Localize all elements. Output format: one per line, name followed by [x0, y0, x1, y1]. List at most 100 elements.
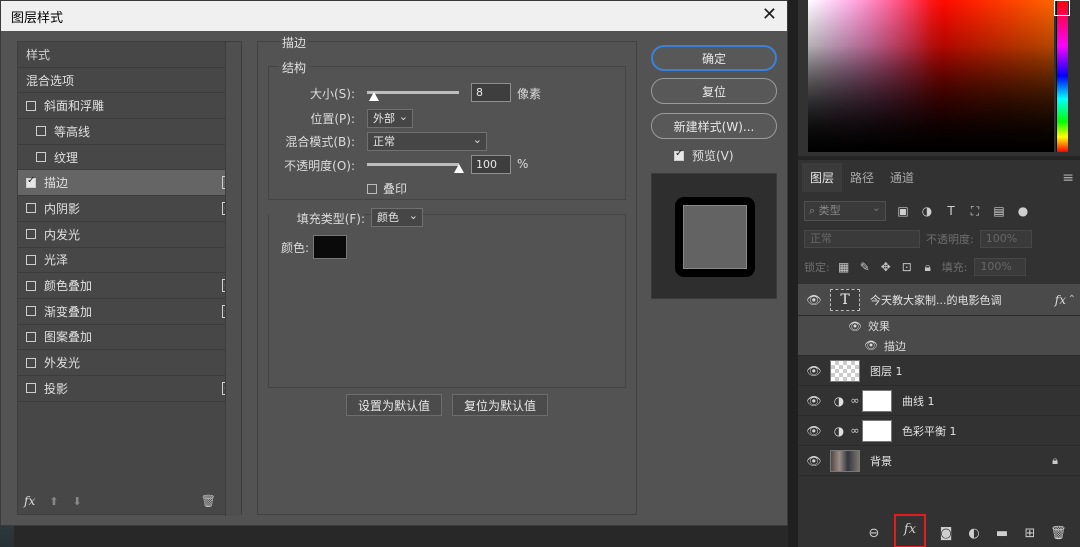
- style-item-inner-glow[interactable]: 内发光: [18, 222, 241, 248]
- checkbox[interactable]: [36, 126, 46, 137]
- smart-object-filter-icon[interactable]: ▤: [992, 204, 1006, 218]
- link-layers-icon[interactable]: ⊖: [866, 526, 882, 541]
- shape-filter-icon[interactable]: ⛶: [968, 204, 982, 218]
- opacity-slider-thumb[interactable]: [454, 164, 464, 173]
- new-layer-icon[interactable]: ⊞: [1022, 526, 1038, 541]
- checkbox[interactable]: [26, 254, 36, 265]
- style-item-inner-shadow[interactable]: 内阴影 +: [18, 196, 241, 222]
- size-slider-thumb[interactable]: [369, 92, 380, 101]
- checkbox[interactable]: [26, 100, 36, 111]
- overprint-checkbox-row[interactable]: 叠印: [367, 180, 407, 197]
- delete-trash-icon[interactable]: 🗑︎: [201, 494, 216, 508]
- lock-move-icon[interactable]: ✥: [879, 260, 893, 274]
- checkbox[interactable]: [26, 357, 36, 368]
- set-as-default-button[interactable]: 设置为默认值: [346, 394, 442, 416]
- layer-row-text[interactable]: 👁︎ T 今天教大家制...的电影色调 fx ⌃: [798, 284, 1080, 316]
- style-item-bevel[interactable]: 斜面和浮雕: [18, 93, 241, 120]
- style-item-color-overlay[interactable]: 颜色叠加 +: [18, 273, 241, 299]
- fx-badge[interactable]: fx: [1055, 293, 1066, 307]
- layer-row-layer1[interactable]: 👁︎ 图层 1: [798, 356, 1080, 386]
- lock-transparent-icon[interactable]: ▦: [837, 260, 851, 274]
- blend-options-item[interactable]: 混合选项: [18, 68, 241, 94]
- checkbox-checked[interactable]: [26, 175, 36, 188]
- new-adjustment-layer-icon[interactable]: ◐: [966, 526, 982, 541]
- checkbox[interactable]: [36, 152, 46, 163]
- effects-row[interactable]: 👁︎ 效果: [798, 316, 1080, 336]
- style-list-header[interactable]: 样式: [18, 42, 241, 68]
- visibility-eye-icon[interactable]: 👁︎: [798, 424, 830, 438]
- style-item-satin[interactable]: 光泽: [18, 248, 241, 274]
- reset-button[interactable]: 复位: [651, 78, 777, 104]
- layer-row-curves[interactable]: 👁︎ ◑ ∞ 曲线 1: [798, 386, 1080, 416]
- position-select[interactable]: 外部 ⌄: [367, 109, 413, 128]
- visibility-eye-icon[interactable]: 👁︎: [864, 339, 878, 352]
- style-item-contour[interactable]: 等高线: [18, 119, 241, 145]
- type-filter-icon[interactable]: T: [944, 204, 958, 218]
- checkbox[interactable]: [26, 280, 36, 291]
- style-item-gradient-overlay[interactable]: 渐变叠加 +: [18, 299, 241, 325]
- style-item-stroke[interactable]: 描边 +: [18, 170, 241, 197]
- style-item-outer-glow[interactable]: 外发光: [18, 350, 241, 376]
- chain-link-icon[interactable]: ∞: [848, 394, 862, 407]
- layer-row-color-balance[interactable]: 👁︎ ◑ ∞ 色彩平衡 1: [798, 416, 1080, 446]
- visibility-eye-icon[interactable]: 👁︎: [798, 394, 830, 408]
- visibility-eye-icon[interactable]: 👁︎: [798, 293, 830, 307]
- tab-channels[interactable]: 通道: [882, 163, 922, 192]
- ok-button[interactable]: 确定: [651, 45, 777, 71]
- lock-paint-icon[interactable]: ✎: [858, 260, 872, 274]
- tab-layers[interactable]: 图层: [802, 162, 843, 192]
- style-item-label: 光泽: [44, 253, 69, 268]
- new-group-folder-icon[interactable]: ▬: [994, 526, 1010, 541]
- hue-slider[interactable]: [1056, 0, 1068, 152]
- style-list-scrollbar[interactable]: [225, 42, 241, 516]
- lock-artboard-icon[interactable]: ⊡: [900, 260, 914, 274]
- lock-all-icon[interactable]: 🔒︎: [921, 260, 935, 275]
- tab-paths[interactable]: 路径: [842, 163, 882, 192]
- visibility-eye-icon[interactable]: 👁︎: [848, 320, 862, 333]
- stroke-color-swatch[interactable]: [313, 235, 347, 259]
- blend-mode-select[interactable]: 正常 ⌄: [367, 132, 487, 151]
- checkbox[interactable]: [26, 203, 36, 214]
- opacity-input[interactable]: 100: [471, 155, 511, 174]
- close-icon[interactable]: ✕: [762, 6, 777, 24]
- layer-row-background[interactable]: 👁︎ 背景 🔒︎: [798, 446, 1080, 476]
- panel-menu-icon[interactable]: ≡: [1062, 170, 1074, 186]
- pixel-filter-icon[interactable]: ▣: [896, 204, 910, 218]
- style-item-texture[interactable]: 纹理: [18, 145, 241, 171]
- fill-type-select[interactable]: 颜色 ⌄: [371, 208, 423, 227]
- checkbox[interactable]: [26, 229, 36, 240]
- blend-mode-select[interactable]: 正常: [804, 230, 920, 248]
- checkbox[interactable]: [26, 383, 36, 394]
- add-layer-style-fx-icon[interactable]: fx: [894, 513, 926, 547]
- size-slider-track[interactable]: [367, 91, 459, 94]
- dialog-title-bar[interactable]: 图层样式 ✕: [1, 1, 787, 31]
- color-picker-field[interactable]: [808, 0, 1054, 152]
- checkbox[interactable]: [26, 331, 36, 342]
- chain-link-icon[interactable]: ∞: [848, 424, 862, 437]
- hue-marker[interactable]: [1054, 0, 1070, 16]
- visibility-eye-icon[interactable]: 👁︎: [798, 364, 830, 378]
- add-mask-icon[interactable]: ◙: [938, 526, 954, 541]
- adjustment-filter-icon[interactable]: ◑: [920, 204, 934, 218]
- move-down-arrow-icon[interactable]: ⬇: [72, 495, 81, 508]
- preview-checkbox[interactable]: [674, 148, 684, 161]
- opacity-input[interactable]: 100%: [979, 230, 1032, 248]
- delete-layer-trash-icon[interactable]: 🗑︎: [1050, 526, 1067, 541]
- overprint-checkbox[interactable]: [367, 183, 377, 194]
- filter-kind-select[interactable]: ⌕ 类型: [804, 199, 886, 221]
- size-input[interactable]: 8: [471, 83, 511, 102]
- collapse-caret-icon[interactable]: ⌃: [1068, 294, 1076, 305]
- filter-toggle-icon[interactable]: ●: [1016, 204, 1030, 218]
- new-style-button[interactable]: 新建样式(W)...: [651, 113, 777, 139]
- style-item-pattern-overlay[interactable]: 图案叠加: [18, 325, 241, 351]
- opacity-slider-track[interactable]: [367, 163, 459, 166]
- move-up-arrow-icon[interactable]: ⬆: [49, 495, 58, 508]
- checkbox[interactable]: [26, 306, 36, 317]
- fx-menu-icon[interactable]: fx: [24, 494, 35, 508]
- fill-input[interactable]: 100%: [974, 258, 1027, 276]
- style-item-drop-shadow[interactable]: 投影 +: [18, 376, 241, 402]
- visibility-eye-icon[interactable]: 👁︎: [798, 454, 830, 468]
- reset-to-default-button[interactable]: 复位为默认值: [452, 394, 548, 416]
- preview-checkbox-row[interactable]: 预览(V): [674, 147, 734, 164]
- stroke-effect-row[interactable]: 👁︎ 描边: [798, 336, 1080, 356]
